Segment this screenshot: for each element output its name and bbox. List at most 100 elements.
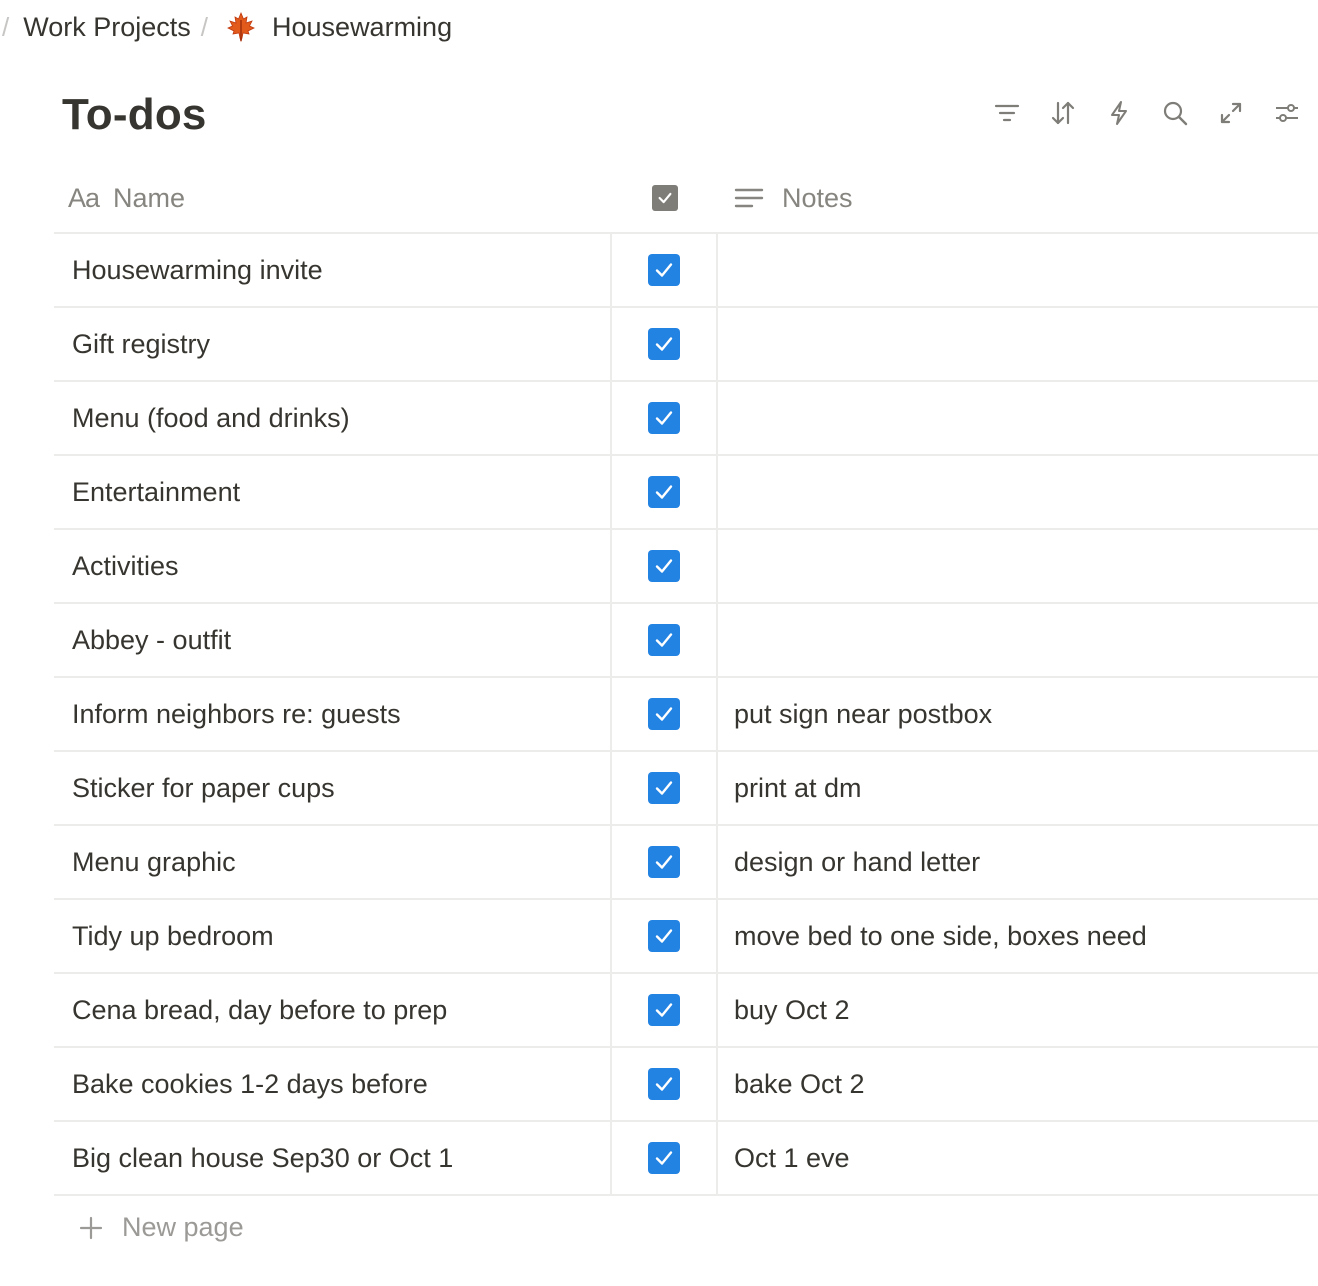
column-header-name[interactable]: Aa Name <box>54 164 612 232</box>
table-row[interactable]: Sticker for paper cups print at dm <box>54 752 1318 826</box>
notes-cell[interactable]: print at dm <box>718 752 1318 824</box>
done-checkbox[interactable] <box>648 846 680 878</box>
done-checkbox[interactable] <box>648 1142 680 1174</box>
notes-cell[interactable]: move bed to one side, boxes need <box>718 900 1318 972</box>
automation-bolt-icon[interactable] <box>1102 96 1136 130</box>
done-checkbox[interactable] <box>648 624 680 656</box>
checkmark-icon <box>655 633 673 647</box>
breadcrumb-item-work-projects[interactable]: Work Projects <box>23 12 191 43</box>
task-name-cell[interactable]: Menu (food and drinks) <box>54 382 612 454</box>
breadcrumb-separator: / <box>2 11 10 42</box>
done-cell <box>612 308 718 380</box>
column-header-done[interactable] <box>612 164 718 232</box>
done-checkbox[interactable] <box>648 698 680 730</box>
done-cell <box>612 604 718 676</box>
sort-icon[interactable] <box>1046 96 1080 130</box>
notes-cell[interactable]: bake Oct 2 <box>718 1048 1318 1120</box>
notes-cell[interactable] <box>718 456 1318 528</box>
notes-cell[interactable] <box>718 530 1318 602</box>
done-cell <box>612 752 718 824</box>
notes-cell[interactable] <box>718 604 1318 676</box>
table-row[interactable]: Gift registry <box>54 308 1318 382</box>
notes-cell[interactable] <box>718 382 1318 454</box>
filter-icon[interactable] <box>990 96 1024 130</box>
task-name-cell[interactable]: Big clean house Sep30 or Oct 1 <box>54 1122 612 1194</box>
table-row[interactable]: Big clean house Sep30 or Oct 1 Oct 1 eve <box>54 1122 1318 1196</box>
text-property-icon: Aa <box>68 182 100 213</box>
done-checkbox[interactable] <box>648 402 680 434</box>
done-checkbox[interactable] <box>648 476 680 508</box>
task-name-cell[interactable]: Gift registry <box>54 308 612 380</box>
done-cell <box>612 826 718 898</box>
done-cell <box>612 234 718 306</box>
done-cell <box>612 900 718 972</box>
notes-cell[interactable] <box>718 308 1318 380</box>
table-body: Housewarming invite Gift registry Menu (fo… <box>54 234 1318 1196</box>
checkmark-icon <box>655 929 673 943</box>
done-checkbox[interactable] <box>648 920 680 952</box>
task-name-cell[interactable]: Abbey - outfit <box>54 604 612 676</box>
table-row[interactable]: Bake cookies 1-2 days before bake Oct 2 <box>54 1048 1318 1122</box>
column-header-notes-label: Notes <box>782 182 853 213</box>
maple-leaf-icon <box>224 10 258 44</box>
table-row[interactable]: Entertainment <box>54 456 1318 530</box>
task-name-cell[interactable]: Activities <box>54 530 612 602</box>
table-row[interactable]: Cena bread, day before to prep buy Oct 2 <box>54 974 1318 1048</box>
checkmark-icon <box>655 1151 673 1165</box>
task-name-cell[interactable]: Bake cookies 1-2 days before <box>54 1048 612 1120</box>
new-page-label: New page <box>122 1212 244 1242</box>
breadcrumb-item-housewarming[interactable]: Housewarming <box>272 12 452 43</box>
done-cell <box>612 456 718 528</box>
done-checkbox[interactable] <box>648 994 680 1026</box>
new-page-button[interactable]: New page <box>78 1212 244 1243</box>
table-row[interactable]: Inform neighbors re: guests put sign near… <box>54 678 1318 752</box>
plus-icon <box>79 1216 103 1239</box>
task-name-cell[interactable]: Cena bread, day before to prep <box>54 974 612 1046</box>
done-cell <box>612 1122 718 1194</box>
settings-sliders-icon[interactable] <box>1270 96 1304 130</box>
table-row[interactable]: Menu graphic design or hand letter <box>54 826 1318 900</box>
column-header-name-label: Name <box>113 182 186 213</box>
done-checkbox[interactable] <box>648 1068 680 1100</box>
done-cell <box>612 974 718 1046</box>
todo-table: Aa Name Notes Housewarming invite Gift re… <box>54 164 1318 1196</box>
table-header: Aa Name Notes <box>54 164 1318 234</box>
checkmark-icon <box>655 485 673 499</box>
notes-cell[interactable]: Oct 1 eve <box>718 1122 1318 1194</box>
done-checkbox[interactable] <box>648 772 680 804</box>
table-row[interactable]: Activities <box>54 530 1318 604</box>
task-name-cell[interactable]: Inform neighbors re: guests <box>54 678 612 750</box>
notes-cell[interactable]: put sign near postbox <box>718 678 1318 750</box>
notes-cell[interactable]: design or hand letter <box>718 826 1318 898</box>
checkmark-icon <box>655 263 673 277</box>
table-row[interactable]: Housewarming invite <box>54 234 1318 308</box>
task-name-cell[interactable]: Housewarming invite <box>54 234 612 306</box>
done-cell <box>612 382 718 454</box>
table-row[interactable]: Menu (food and drinks) <box>54 382 1318 456</box>
checkmark-icon <box>655 781 673 795</box>
table-row[interactable]: Tidy up bedroom move bed to one side, box… <box>54 900 1318 974</box>
checkmark-icon <box>655 1077 673 1091</box>
search-icon[interactable] <box>1158 96 1192 130</box>
checkmark-icon <box>655 411 673 425</box>
page-title: To-dos <box>62 90 207 139</box>
task-name-cell[interactable]: Sticker for paper cups <box>54 752 612 824</box>
done-checkbox[interactable] <box>648 550 680 582</box>
done-cell <box>612 678 718 750</box>
done-cell <box>612 530 718 602</box>
table-row[interactable]: Abbey - outfit <box>54 604 1318 678</box>
notes-cell[interactable] <box>718 234 1318 306</box>
task-name-cell[interactable]: Tidy up bedroom <box>54 900 612 972</box>
column-header-notes[interactable]: Notes <box>718 164 1318 232</box>
view-toolbar <box>990 96 1304 130</box>
expand-icon[interactable] <box>1214 96 1248 130</box>
task-name-cell[interactable]: Menu graphic <box>54 826 612 898</box>
breadcrumb-separator: / <box>200 11 209 42</box>
done-checkbox[interactable] <box>648 254 680 286</box>
notes-cell[interactable]: buy Oct 2 <box>718 974 1318 1046</box>
done-checkbox[interactable] <box>648 328 680 360</box>
checkmark-icon <box>655 1003 673 1017</box>
done-cell <box>612 1048 718 1120</box>
checkbox-icon <box>652 185 678 211</box>
task-name-cell[interactable]: Entertainment <box>54 456 612 528</box>
